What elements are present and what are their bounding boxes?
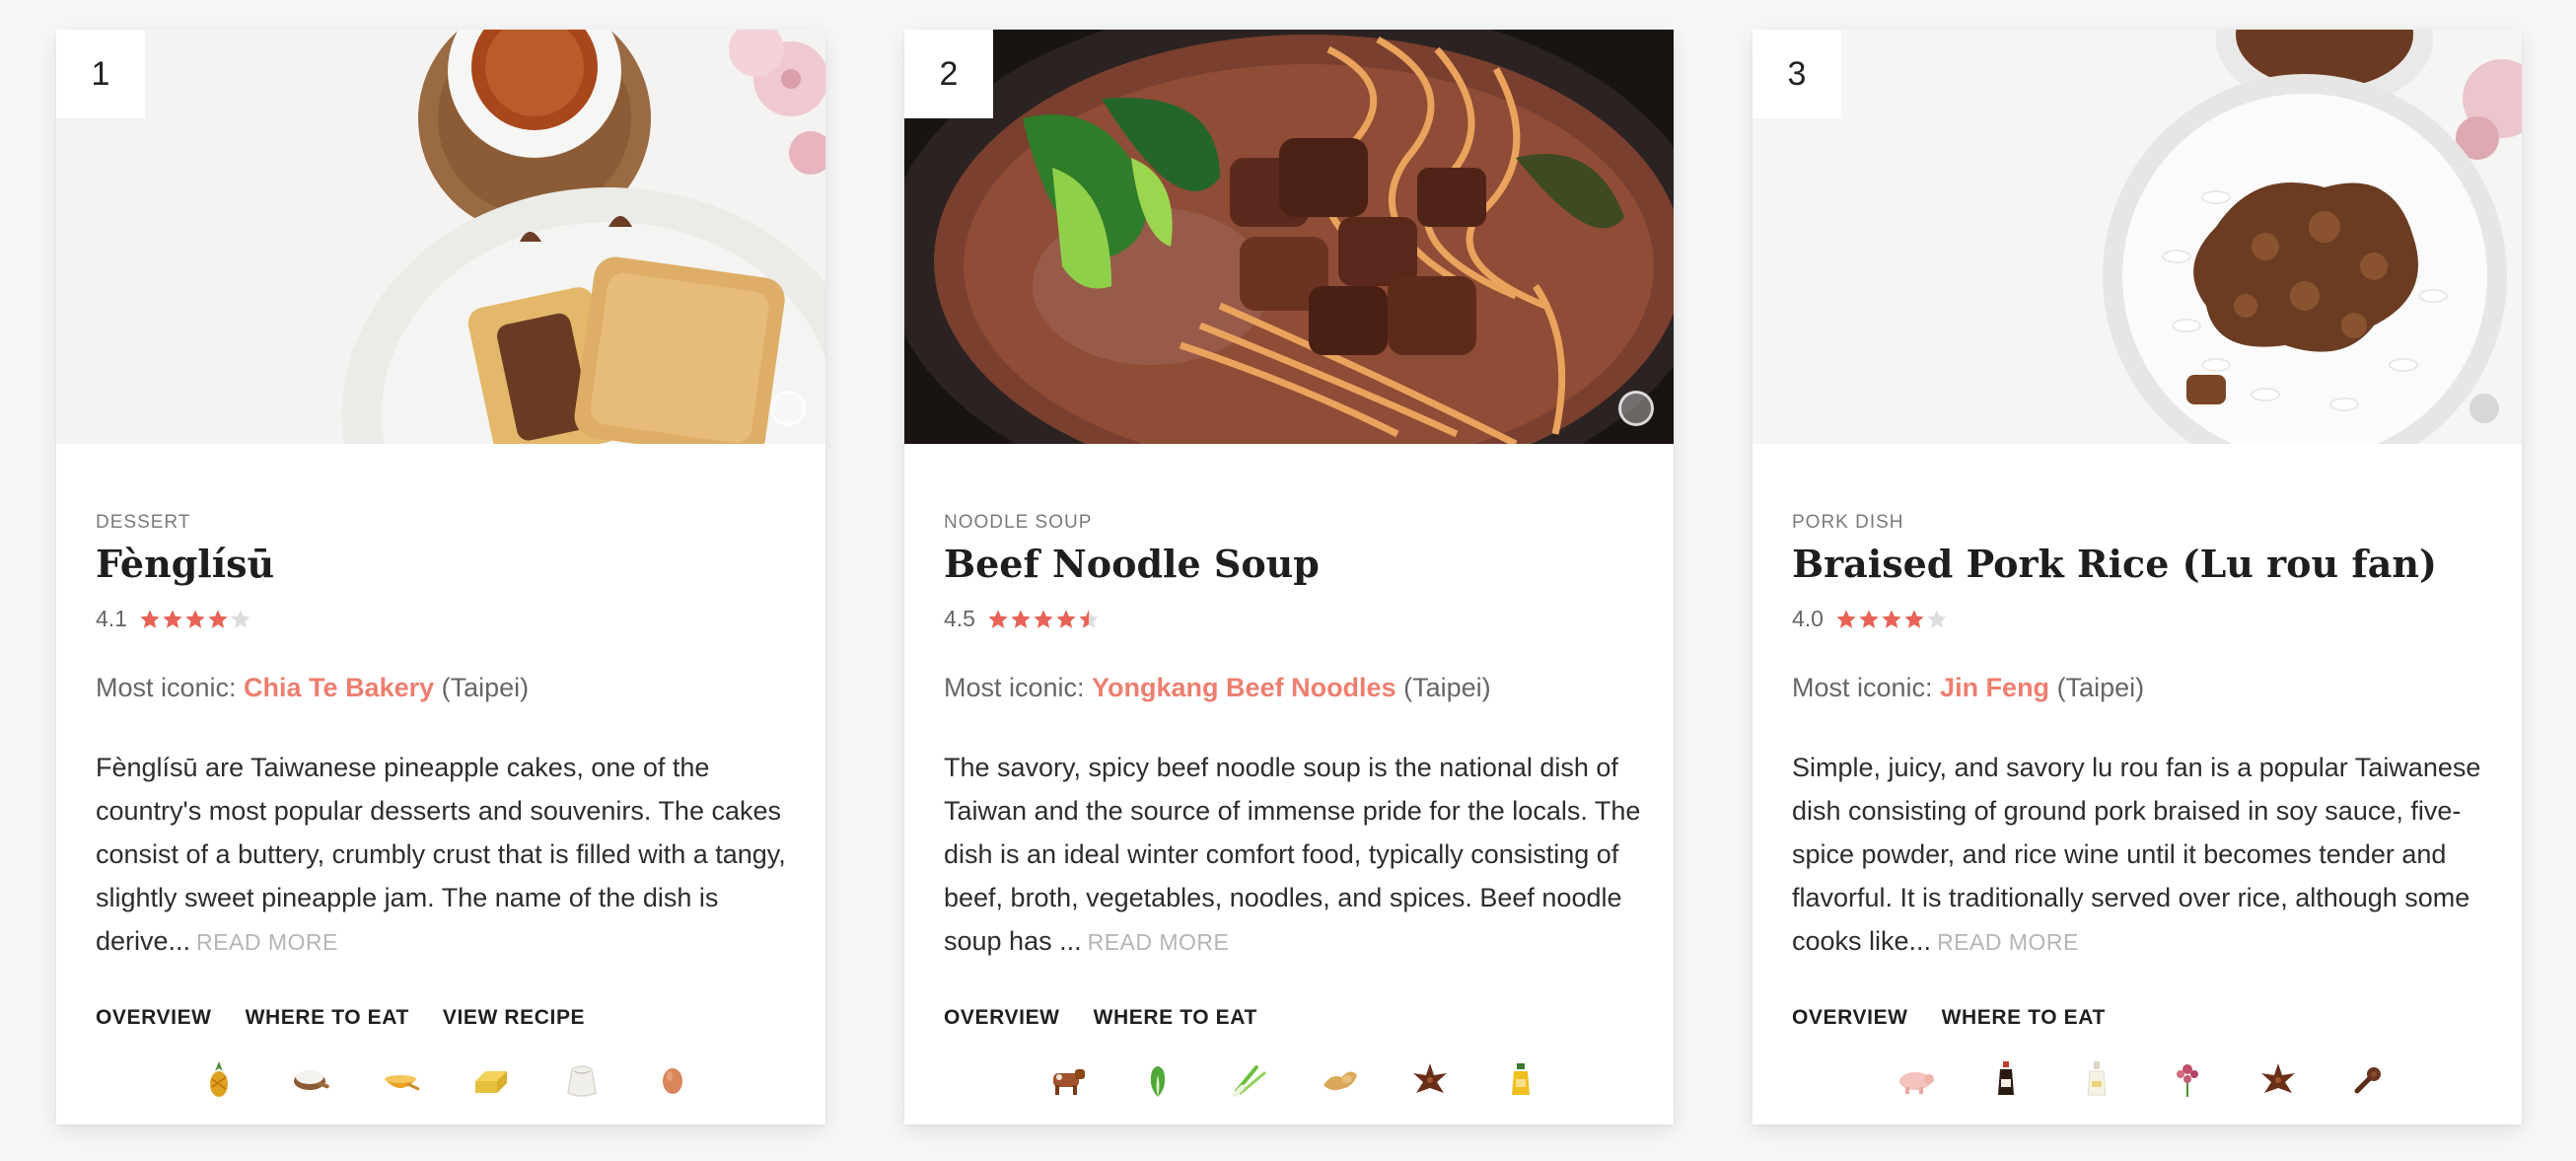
- egg-icon[interactable]: [651, 1057, 694, 1101]
- star-full-icon: [163, 609, 182, 628]
- soy-sauce-icon[interactable]: [1984, 1057, 2028, 1101]
- scallion-icon[interactable]: [1227, 1057, 1270, 1101]
- rating-stars: [1835, 609, 1948, 630]
- iconic-city: (Taipei): [434, 673, 530, 702]
- star-full-icon: [1882, 609, 1901, 628]
- read-more-link[interactable]: READ MORE: [1937, 929, 2079, 955]
- read-more-link[interactable]: READ MORE: [1088, 929, 1230, 955]
- five-spice-icon[interactable]: [2166, 1057, 2209, 1101]
- rank-badge: 1: [56, 30, 145, 118]
- braised-pork-rice-image: [1753, 30, 2522, 444]
- check-icon[interactable]: [1618, 391, 1654, 426]
- star-half-icon: [231, 609, 250, 628]
- most-iconic: Most iconic: Chia Te Bakery (Taipei): [96, 673, 529, 703]
- dish-card[interactable]: 3 PORK DISH Braised Pork Rice (Lu rou fa…: [1753, 30, 2522, 1125]
- dish-title[interactable]: Beef Noodle Soup: [944, 542, 1320, 586]
- iconic-city: (Taipei): [2049, 673, 2145, 702]
- dish-rating: 4.5: [944, 606, 1100, 632]
- oil-bottle-icon[interactable]: [1499, 1057, 1542, 1101]
- ingredient-icons: [944, 1057, 1644, 1109]
- beef-noodle-soup-image: [904, 30, 1674, 444]
- rank-badge: 3: [1753, 30, 1841, 118]
- flour-icon[interactable]: [288, 1057, 331, 1101]
- star-full-icon: [1859, 609, 1879, 628]
- tab-overview[interactable]: OVERVIEW: [1792, 1006, 1908, 1030]
- dish-tabs: OVERVIEW WHERE TO EAT: [1792, 1006, 2106, 1030]
- rating-value: 4.0: [1792, 606, 1824, 631]
- star-full-icon: [208, 609, 228, 628]
- butter-icon[interactable]: [469, 1057, 513, 1101]
- most-iconic-label: Most iconic:: [96, 673, 245, 702]
- ginger-icon[interactable]: [1318, 1057, 1361, 1101]
- rating-stars: [987, 609, 1100, 630]
- ingredient-icons: [1792, 1057, 2492, 1109]
- dish-description: The savory, spicy beef noodle soup is th…: [944, 746, 1646, 964]
- pineapple-cake-image: [56, 30, 825, 444]
- dish-category[interactable]: DESSERT: [96, 512, 190, 534]
- star-full-icon: [185, 609, 205, 628]
- clove-icon[interactable]: [2347, 1057, 2391, 1101]
- dish-card[interactable]: 1 DESSERT Fènglísū 4.1 Most iconic: Chia…: [56, 30, 825, 1125]
- bok-choy-icon[interactable]: [1136, 1057, 1180, 1101]
- dish-photo-braised-pork-rice[interactable]: 3: [1753, 30, 2522, 444]
- cow-icon[interactable]: [1045, 1057, 1089, 1101]
- check-icon[interactable]: [2467, 391, 2502, 426]
- star-full-icon: [1011, 609, 1031, 628]
- dish-photo-pineapple-cake[interactable]: 1: [56, 30, 825, 444]
- dish-title[interactable]: Fènglísū: [96, 542, 274, 586]
- rice-wine-icon[interactable]: [2075, 1057, 2118, 1101]
- ingredient-icons: [96, 1057, 796, 1109]
- flour-sack-icon[interactable]: [560, 1057, 604, 1101]
- dish-tabs: OVERVIEW WHERE TO EAT: [944, 1006, 1257, 1030]
- iconic-city: (Taipei): [1395, 673, 1491, 702]
- pig-icon[interactable]: [1894, 1057, 1937, 1101]
- tab-where-to-eat[interactable]: WHERE TO EAT: [246, 1006, 409, 1030]
- dish-rating: 4.1: [96, 606, 251, 632]
- tab-view-recipe[interactable]: VIEW RECIPE: [443, 1006, 585, 1030]
- dish-card-list: 1 DESSERT Fènglísū 4.1 Most iconic: Chia…: [56, 30, 2522, 1125]
- dish-title[interactable]: Braised Pork Rice (Lu rou fan): [1792, 542, 2437, 586]
- star-full-icon: [1904, 609, 1924, 628]
- rating-value: 4.1: [96, 606, 127, 631]
- star-empty-icon: [1927, 609, 1947, 628]
- star-full-icon: [140, 609, 160, 628]
- iconic-restaurant-link[interactable]: Yongkang Beef Noodles: [1092, 673, 1396, 702]
- dish-rating: 4.0: [1792, 606, 1948, 632]
- rating-value: 4.5: [944, 606, 975, 631]
- dish-card[interactable]: 2 NOODLE SOUP Beef Noodle Soup 4.5 Most …: [904, 30, 1674, 1125]
- star-anise-icon[interactable]: [1408, 1057, 1452, 1101]
- sugar-icon[interactable]: [379, 1057, 422, 1101]
- star-anise-icon[interactable]: [2256, 1057, 2300, 1101]
- dish-tabs: OVERVIEW WHERE TO EAT VIEW RECIPE: [96, 1006, 585, 1030]
- dish-category[interactable]: NOODLE SOUP: [944, 512, 1092, 534]
- read-more-link[interactable]: READ MORE: [196, 929, 338, 955]
- tab-overview[interactable]: OVERVIEW: [944, 1006, 1060, 1030]
- rating-stars: [139, 609, 251, 630]
- most-iconic: Most iconic: Jin Feng (Taipei): [1792, 673, 2144, 703]
- tab-where-to-eat[interactable]: WHERE TO EAT: [1942, 1006, 2106, 1030]
- tab-where-to-eat[interactable]: WHERE TO EAT: [1094, 1006, 1257, 1030]
- star-full-icon: [1034, 609, 1053, 628]
- description-text: Fènglísū are Taiwanese pineapple cakes, …: [96, 753, 786, 956]
- dish-category[interactable]: PORK DISH: [1792, 512, 1904, 534]
- check-icon[interactable]: [770, 391, 806, 426]
- star-full-icon: [1056, 609, 1076, 628]
- iconic-restaurant-link[interactable]: Chia Te Bakery: [244, 673, 434, 702]
- most-iconic: Most iconic: Yongkang Beef Noodles (Taip…: [944, 673, 1491, 703]
- star-half-icon: [1079, 609, 1099, 628]
- most-iconic-label: Most iconic:: [1792, 673, 1941, 702]
- dish-photo-beef-noodle-soup[interactable]: 2: [904, 30, 1674, 444]
- rank-badge: 2: [904, 30, 993, 118]
- dish-description: Simple, juicy, and savory lu rou fan is …: [1792, 746, 2494, 964]
- description-text: Simple, juicy, and savory lu rou fan is …: [1792, 753, 2481, 956]
- tab-overview[interactable]: OVERVIEW: [96, 1006, 212, 1030]
- star-full-icon: [988, 609, 1008, 628]
- pineapple-icon[interactable]: [197, 1057, 241, 1101]
- dish-description: Fènglísū are Taiwanese pineapple cakes, …: [96, 746, 798, 964]
- iconic-restaurant-link[interactable]: Jin Feng: [1940, 673, 2049, 702]
- star-full-icon: [1836, 609, 1856, 628]
- most-iconic-label: Most iconic:: [944, 673, 1093, 702]
- description-text: The savory, spicy beef noodle soup is th…: [944, 753, 1641, 956]
